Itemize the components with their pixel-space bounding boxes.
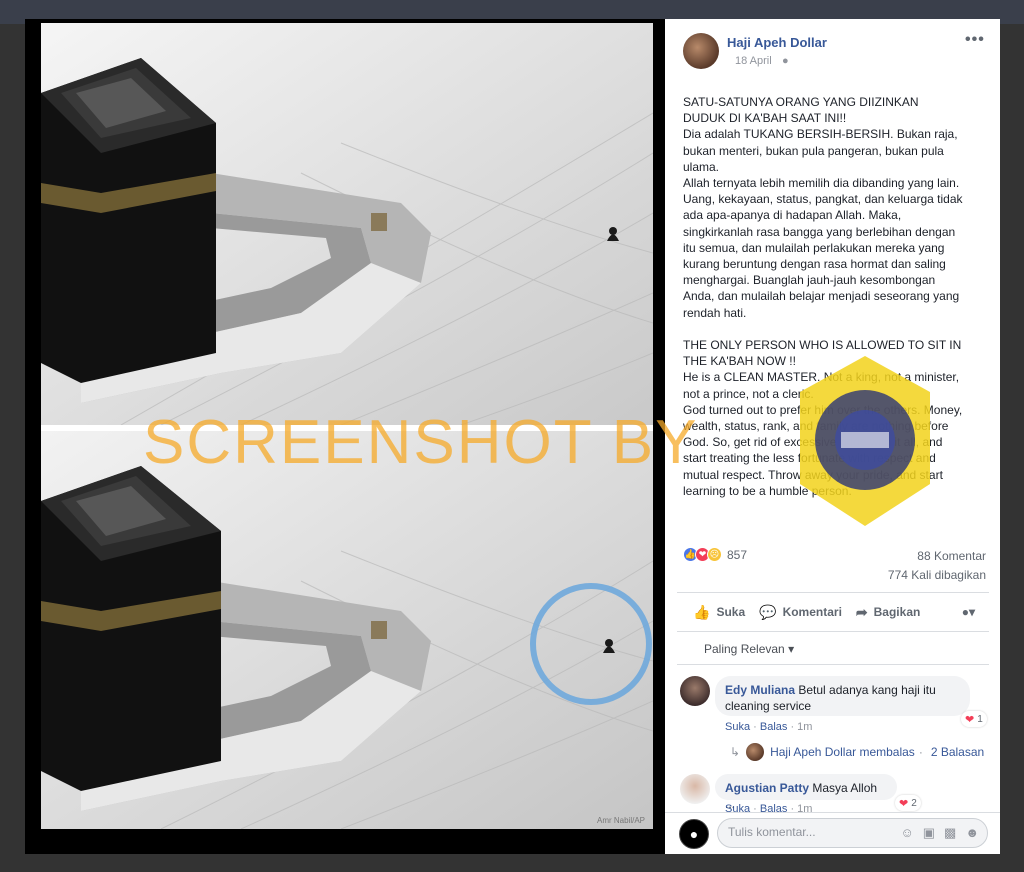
- sad-reaction-icon: ☹: [707, 547, 722, 562]
- heart-icon: ❤: [899, 797, 909, 810]
- more-options-icon[interactable]: •••: [965, 31, 985, 49]
- comment-bubble: Agustian Patty Masya Alloh ...: [715, 774, 897, 811]
- post-sidebar: Haji Apeh Dollar 18 April ● ••• SATU-SAT…: [665, 19, 1000, 854]
- replies-link[interactable]: ↳ Haji Apeh Dollar membalas · 2 Balasan: [730, 743, 984, 761]
- comment-like-link[interactable]: Suka: [725, 803, 750, 815]
- emoji-icon[interactable]: ☺: [900, 825, 913, 841]
- photo-viewer: Amr Nabil/AP Haji Apeh Dollar 18 April ●…: [25, 19, 1000, 854]
- photo-bottom: Amr Nabil/AP: [41, 431, 653, 829]
- comment-like-link[interactable]: Suka: [725, 721, 750, 733]
- comment-reaction-badge[interactable]: ❤ 2: [895, 795, 921, 811]
- comment-icon: 💬: [759, 603, 777, 620]
- post-author[interactable]: Haji Apeh Dollar: [727, 35, 827, 50]
- comment-reaction-badge[interactable]: ❤ 1: [961, 711, 987, 727]
- commenter-name[interactable]: Agustian Patty: [725, 781, 809, 795]
- like-button[interactable]: 👍 Suka: [693, 604, 745, 621]
- heart-icon: ❤: [965, 713, 975, 726]
- composer-icons: ☺ ▣ ▩ ☻: [900, 825, 979, 841]
- photo-credit: Amr Nabil/AP: [596, 816, 645, 825]
- comment-bubble: Edy Muliana Betul adanya kang haji itu c…: [715, 676, 970, 716]
- reply-author-name: Haji Apeh Dollar: [770, 745, 857, 759]
- kaaba-photo-top: [41, 23, 653, 425]
- reply-verb: membalas: [859, 745, 915, 759]
- post-actions-bar: 👍 Suka 💬 Komentari ➦ Bagikan ● ▾: [677, 592, 989, 632]
- reply-author-avatar: [746, 743, 765, 761]
- comment-input[interactable]: [728, 825, 878, 839]
- author-avatar[interactable]: [683, 33, 719, 69]
- camera-icon[interactable]: ▣: [923, 825, 935, 841]
- reply-count: 2 Balasan: [930, 745, 985, 759]
- composer-avatar: ●: [679, 819, 709, 849]
- reaction-count: 857: [727, 547, 748, 562]
- gif-icon[interactable]: ▩: [944, 825, 956, 841]
- separator: ·: [918, 745, 923, 759]
- comment-meta: Suka · Balas · 1m: [725, 721, 813, 733]
- divider: [677, 664, 989, 665]
- sticker-icon[interactable]: ☻: [965, 825, 979, 841]
- commenter-avatar[interactable]: [680, 676, 710, 706]
- comment-reaction-count: 2: [911, 797, 917, 809]
- thumbs-up-icon: 👍: [693, 603, 711, 620]
- kaaba-photo-bottom: [41, 431, 653, 829]
- comment-meta: Suka · Balas · 1m: [725, 803, 813, 815]
- post-as-selector[interactable]: ● ▾: [962, 605, 975, 619]
- post-text: SATU-SATUNYA ORANG YANG DIIZINKAN DUDUK …: [683, 95, 963, 498]
- commenter-avatar[interactable]: [680, 774, 710, 804]
- globe-icon: ●: [782, 55, 789, 67]
- shares-count[interactable]: 774 Kali dibagikan: [888, 568, 986, 582]
- comment-button[interactable]: 💬 Komentari: [759, 604, 842, 621]
- reply-arrow-icon: ↳: [730, 745, 741, 759]
- comments-count[interactable]: 88 Komentar: [917, 549, 986, 563]
- chevron-down-icon: ▾: [968, 605, 975, 619]
- comment-sort-dropdown[interactable]: Paling Relevan ▾: [704, 642, 794, 656]
- divider: [665, 812, 1000, 813]
- comment-reply-link[interactable]: Balas: [760, 721, 788, 733]
- comment-time[interactable]: 1m: [797, 803, 812, 815]
- like-button-label: Suka: [716, 605, 746, 619]
- comment-button-label: Komentari: [782, 605, 842, 619]
- chevron-down-icon: ▾: [788, 642, 795, 656]
- comment-composer: ☺ ▣ ▩ ☻: [717, 818, 988, 848]
- profile-mini-icon: ●: [961, 605, 969, 619]
- share-icon: ➦: [855, 603, 868, 620]
- commenter-name[interactable]: Edy Muliana: [725, 683, 795, 697]
- comment-sort-label: Paling Relevan: [704, 642, 785, 656]
- comment-time[interactable]: 1m: [797, 721, 812, 733]
- photo-top: [41, 23, 653, 425]
- post-date[interactable]: 18 April: [735, 55, 772, 67]
- share-button[interactable]: ➦ Bagikan: [856, 604, 920, 621]
- comment-reaction-count: 1: [977, 713, 983, 725]
- reactions-summary[interactable]: 👍 ❤ ☹ 857: [683, 547, 747, 562]
- comment-reply-link[interactable]: Balas: [760, 803, 788, 815]
- photo-area: Amr Nabil/AP: [25, 19, 665, 854]
- share-button-label: Bagikan: [873, 605, 921, 619]
